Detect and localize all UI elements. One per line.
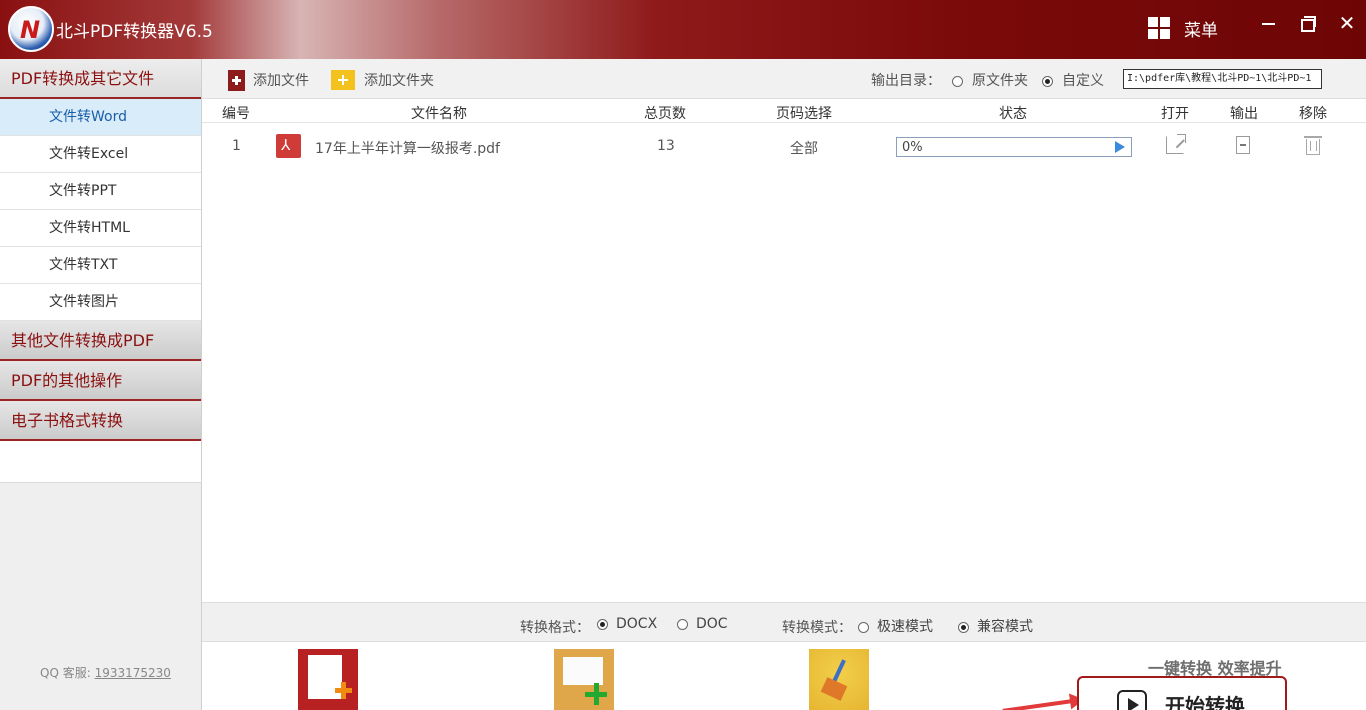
add-folder-large-icon[interactable] — [554, 649, 614, 710]
output-opt-original-label: 原文件夹 — [972, 73, 1028, 89]
add-folder-icon — [331, 70, 355, 90]
mode-compatible-label: 兼容模式 — [977, 619, 1033, 635]
sidebar-section-pdf-to-other[interactable]: PDF转换成其它文件 — [0, 59, 201, 99]
mode-radio-compatible[interactable]: 兼容模式 — [958, 616, 1033, 636]
app-title: 北斗PDF转换器V6.5 — [56, 22, 213, 42]
file-table-header: 编号 文件名称 总页数 页码选择 状态 打开 输出 移除 — [202, 99, 1366, 123]
mode-label: 转换模式： — [782, 620, 852, 636]
add-folder-label: 添加文件夹 — [364, 73, 434, 89]
col-page-select: 页码选择 — [776, 106, 832, 122]
logo-icon: N — [8, 6, 54, 52]
start-convert-button[interactable]: 开始转换 — [1077, 676, 1287, 710]
mode-radio-fast[interactable]: 极速模式 — [858, 616, 933, 636]
col-output: 输出 — [1230, 106, 1258, 122]
radio-compatible[interactable] — [958, 621, 969, 633]
format-doc-label: DOC — [696, 616, 728, 632]
radio-fast[interactable] — [858, 621, 869, 633]
toolbar: 添加文件 添加文件夹 输出目录： 原文件夹 自定义 I:\pdfer库\教程\北… — [202, 59, 1366, 99]
output-radio-custom[interactable]: 自定义 — [1042, 70, 1104, 90]
radio-custom[interactable] — [1042, 75, 1053, 87]
add-document-icon[interactable] — [298, 649, 358, 710]
output-radio-original[interactable]: 原文件夹 — [952, 70, 1028, 90]
row-filename: 17年上半年计算一级报考.pdf — [315, 141, 500, 157]
pdf-file-icon — [276, 134, 301, 158]
sidebar-section-ebook[interactable]: 电子书格式转换 — [0, 401, 201, 441]
output-opt-custom-label: 自定义 — [1062, 73, 1104, 89]
play-icon[interactable] — [1115, 141, 1125, 153]
format-label: 转换格式： — [520, 620, 590, 636]
add-file-button[interactable]: 添加文件 — [228, 68, 309, 92]
sidebar-blank-panel — [0, 441, 201, 483]
mode-fast-label: 极速模式 — [877, 619, 933, 635]
col-filename: 文件名称 — [411, 106, 467, 122]
close-icon[interactable]: ✕ — [1336, 12, 1358, 34]
trash-icon[interactable] — [1304, 136, 1322, 155]
radio-docx[interactable] — [597, 618, 608, 630]
clear-broom-icon[interactable] — [809, 649, 869, 710]
format-radio-docx[interactable]: DOCX — [597, 616, 657, 632]
sidebar-item-html[interactable]: 文件转HTML — [0, 210, 201, 247]
sidebar-sub-list: 文件转Word 文件转Excel 文件转PPT 文件转HTML 文件转TXT 文… — [0, 99, 201, 321]
output-dir-label: 输出目录： — [871, 73, 941, 89]
qq-number-link[interactable]: 1933175230 — [95, 666, 171, 680]
add-folder-button[interactable]: 添加文件夹 — [331, 68, 434, 92]
sidebar-item-word[interactable]: 文件转Word — [0, 99, 201, 136]
play-square-icon — [1117, 690, 1147, 710]
qq-label: QQ 客服: — [40, 666, 91, 680]
sidebar-item-txt[interactable]: 文件转TXT — [0, 247, 201, 284]
minimize-icon[interactable] — [1258, 12, 1280, 34]
add-file-label: 添加文件 — [253, 73, 309, 89]
col-status: 状态 — [999, 106, 1027, 122]
table-row[interactable]: 1 17年上半年计算一级报考.pdf 13 全部 0% — [202, 124, 1366, 170]
title-bar: N 北斗PDF转换器V6.5 菜单 ✕ — [0, 0, 1366, 59]
open-icon[interactable] — [1166, 134, 1186, 154]
sidebar-item-excel[interactable]: 文件转Excel — [0, 136, 201, 173]
radio-original[interactable] — [952, 75, 963, 87]
menu-label: 菜单 — [1184, 20, 1218, 41]
qq-support: QQ 客服: 1933175230 — [40, 664, 171, 681]
grid-menu-icon — [1148, 17, 1170, 39]
row-pages: 13 — [657, 138, 675, 154]
output-icon[interactable] — [1236, 136, 1250, 154]
col-open: 打开 — [1161, 106, 1189, 122]
bottom-action-area: 一键转换 效率提升 开始转换 — [202, 642, 1366, 710]
add-file-icon — [228, 69, 245, 91]
format-radio-doc[interactable]: DOC — [677, 616, 728, 632]
format-bar: 转换格式： DOCX DOC 转换模式： 极速模式 兼容模式 — [202, 602, 1366, 642]
sidebar-item-image[interactable]: 文件转图片 — [0, 284, 201, 321]
menu-button[interactable]: 菜单 — [1148, 14, 1218, 42]
status-text: 0% — [902, 140, 923, 155]
sidebar-section-other-to-pdf[interactable]: 其他文件转换成PDF — [0, 321, 201, 361]
start-convert-label: 开始转换 — [1165, 694, 1245, 710]
row-page-select[interactable]: 全部 — [790, 138, 818, 158]
maximize-icon[interactable] — [1296, 12, 1318, 34]
sidebar-item-ppt[interactable]: 文件转PPT — [0, 173, 201, 210]
radio-doc[interactable] — [677, 618, 688, 630]
col-remove: 移除 — [1299, 106, 1327, 122]
col-pages: 总页数 — [644, 106, 686, 122]
output-path-field[interactable]: I:\pdfer库\教程\北斗PD~1\北斗PD~1 — [1123, 69, 1322, 89]
arrow-icon — [1002, 698, 1081, 710]
format-docx-label: DOCX — [616, 616, 658, 632]
status-progress-bar: 0% — [896, 137, 1132, 157]
col-index: 编号 — [222, 106, 250, 122]
sidebar-section-pdf-ops[interactable]: PDF的其他操作 — [0, 361, 201, 401]
sidebar: PDF转换成其它文件 文件转Word 文件转Excel 文件转PPT 文件转HT… — [0, 59, 202, 710]
row-index: 1 — [232, 138, 241, 154]
